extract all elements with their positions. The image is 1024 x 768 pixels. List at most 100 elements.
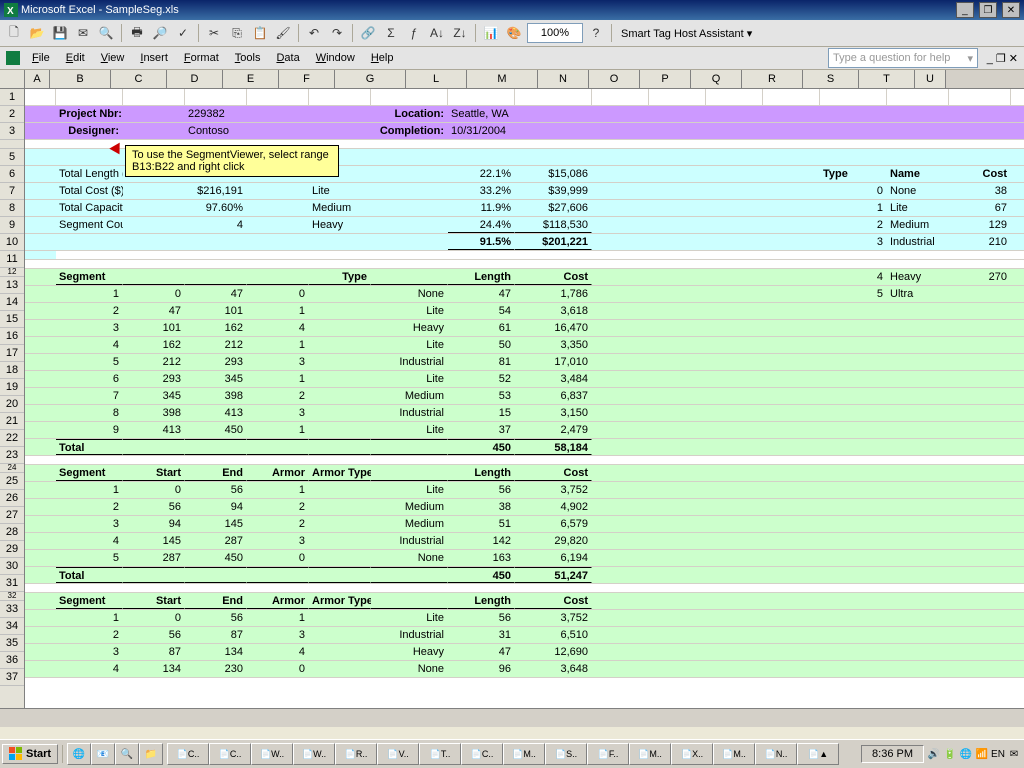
cells[interactable]: Project Nbr:229382Location:Seattle, WADe… [25,89,1024,708]
start-button[interactable]: Start [2,744,58,764]
task-btn-1[interactable]: 📄C.. [209,743,251,765]
new-icon[interactable]: 🗋 [4,23,24,43]
row-6[interactable]: 6 [0,166,24,183]
preview-icon[interactable]: 🔎 [150,23,170,43]
col-D[interactable]: D [167,70,223,88]
col-O[interactable]: O [589,70,640,88]
paste-icon[interactable]: 📋 [250,23,270,43]
mail-icon[interactable]: ✉ [73,23,93,43]
menu-window[interactable]: Window [308,49,363,67]
col-T[interactable]: T [859,70,915,88]
help-search-input[interactable]: Type a question for help▾ [828,48,978,68]
minimize-button[interactable]: _ [956,2,974,18]
quick-launch-0[interactable]: 🌐 [67,743,91,765]
task-btn-14[interactable]: 📄N.. [755,743,797,765]
row-36[interactable]: 36 [0,652,24,669]
row-25[interactable]: 25 [0,473,24,490]
tray-icon-3[interactable]: 📶 [974,744,990,764]
task-btn-11[interactable]: 📄M.. [629,743,671,765]
quick-launch-3[interactable]: 📁 [139,743,163,765]
open-icon[interactable]: 📂 [27,23,47,43]
help-icon[interactable]: ? [586,23,606,43]
maximize-button[interactable]: ❐ [979,2,997,18]
tray-icon-5[interactable]: ✉ [1006,744,1022,764]
row-29[interactable]: 29 [0,541,24,558]
row-24[interactable]: 24 [0,464,24,473]
menu-view[interactable]: View [93,49,133,67]
col-N[interactable]: N [538,70,589,88]
tray-icon-0[interactable]: 🔊 [926,744,942,764]
quick-launch-1[interactable]: 📧 [91,743,115,765]
undo-icon[interactable]: ↶ [304,23,324,43]
redo-icon[interactable]: ↷ [327,23,347,43]
row-14[interactable]: 14 [0,294,24,311]
row-13[interactable]: 13 [0,277,24,294]
sheet-tabs[interactable] [0,708,1024,727]
row-19[interactable]: 19 [0,379,24,396]
row-34[interactable]: 34 [0,618,24,635]
col-A[interactable]: A [25,70,50,88]
tray-icon-2[interactable]: 🌐 [958,744,974,764]
row-26[interactable]: 26 [0,490,24,507]
row-21[interactable]: 21 [0,413,24,430]
row-12[interactable]: 12 [0,268,24,277]
col-L[interactable]: L [406,70,467,88]
row-35[interactable]: 35 [0,635,24,652]
task-btn-6[interactable]: 📄T.. [419,743,461,765]
row-16[interactable]: 16 [0,328,24,345]
col-U[interactable]: U [915,70,946,88]
menu-insert[interactable]: Insert [132,49,176,67]
row-27[interactable]: 27 [0,507,24,524]
chart-icon[interactable]: 📊 [481,23,501,43]
menu-tools[interactable]: Tools [227,49,269,67]
copy-icon[interactable]: ⎘ [227,23,247,43]
col-F[interactable]: F [279,70,335,88]
menu-data[interactable]: Data [268,49,307,67]
print-icon[interactable]: 🖶 [127,23,147,43]
select-all[interactable] [0,70,25,88]
task-btn-4[interactable]: 📄R.. [335,743,377,765]
row-31[interactable]: 31 [0,575,24,592]
task-btn-15[interactable]: 📄▲ [797,743,839,765]
smart-tag-menu[interactable]: Smart Tag Host Assistant ▾ [617,27,756,40]
row-33[interactable]: 33 [0,601,24,618]
col-P[interactable]: P [640,70,691,88]
row-7[interactable]: 7 [0,183,24,200]
doc-window-controls[interactable]: _ ❐ ✕ [978,52,1022,65]
col-G[interactable]: G [335,70,406,88]
row-20[interactable]: 20 [0,396,24,413]
row-23[interactable]: 23 [0,447,24,464]
row-1[interactable]: 1 [0,89,24,106]
row-30[interactable]: 30 [0,558,24,575]
col-M[interactable]: M [467,70,538,88]
row-9[interactable]: 9 [0,217,24,234]
tray-icon-4[interactable]: EN [990,744,1006,764]
task-btn-9[interactable]: 📄S.. [545,743,587,765]
row-18[interactable]: 18 [0,362,24,379]
row-5[interactable]: 5 [0,149,24,166]
task-btn-3[interactable]: 📄W.. [293,743,335,765]
menu-file[interactable]: File [24,49,58,67]
row-2[interactable]: 2 [0,106,24,123]
spreadsheet-grid[interactable]: ABCDEFGLMNOPQRSTU 1235678910111213141516… [0,70,1024,708]
menu-help[interactable]: Help [363,49,402,67]
row-15[interactable]: 15 [0,311,24,328]
row-10[interactable]: 10 [0,234,24,251]
format-painter-icon[interactable]: 🖌 [273,23,293,43]
row-3[interactable]: 3 [0,123,24,140]
sum-icon[interactable]: Σ [381,23,401,43]
menu-format[interactable]: Format [176,49,227,67]
row-32[interactable]: 32 [0,592,24,601]
row-11[interactable]: 11 [0,251,24,268]
menu-edit[interactable]: Edit [58,49,93,67]
col-B[interactable]: B [50,70,111,88]
task-btn-2[interactable]: 📄W.. [251,743,293,765]
row-22[interactable]: 22 [0,430,24,447]
cut-icon[interactable]: ✂ [204,23,224,43]
task-btn-12[interactable]: 📄X.. [671,743,713,765]
row-8[interactable]: 8 [0,200,24,217]
col-R[interactable]: R [742,70,803,88]
row-17[interactable]: 17 [0,345,24,362]
col-S[interactable]: S [803,70,859,88]
zoom-input[interactable] [527,23,583,43]
